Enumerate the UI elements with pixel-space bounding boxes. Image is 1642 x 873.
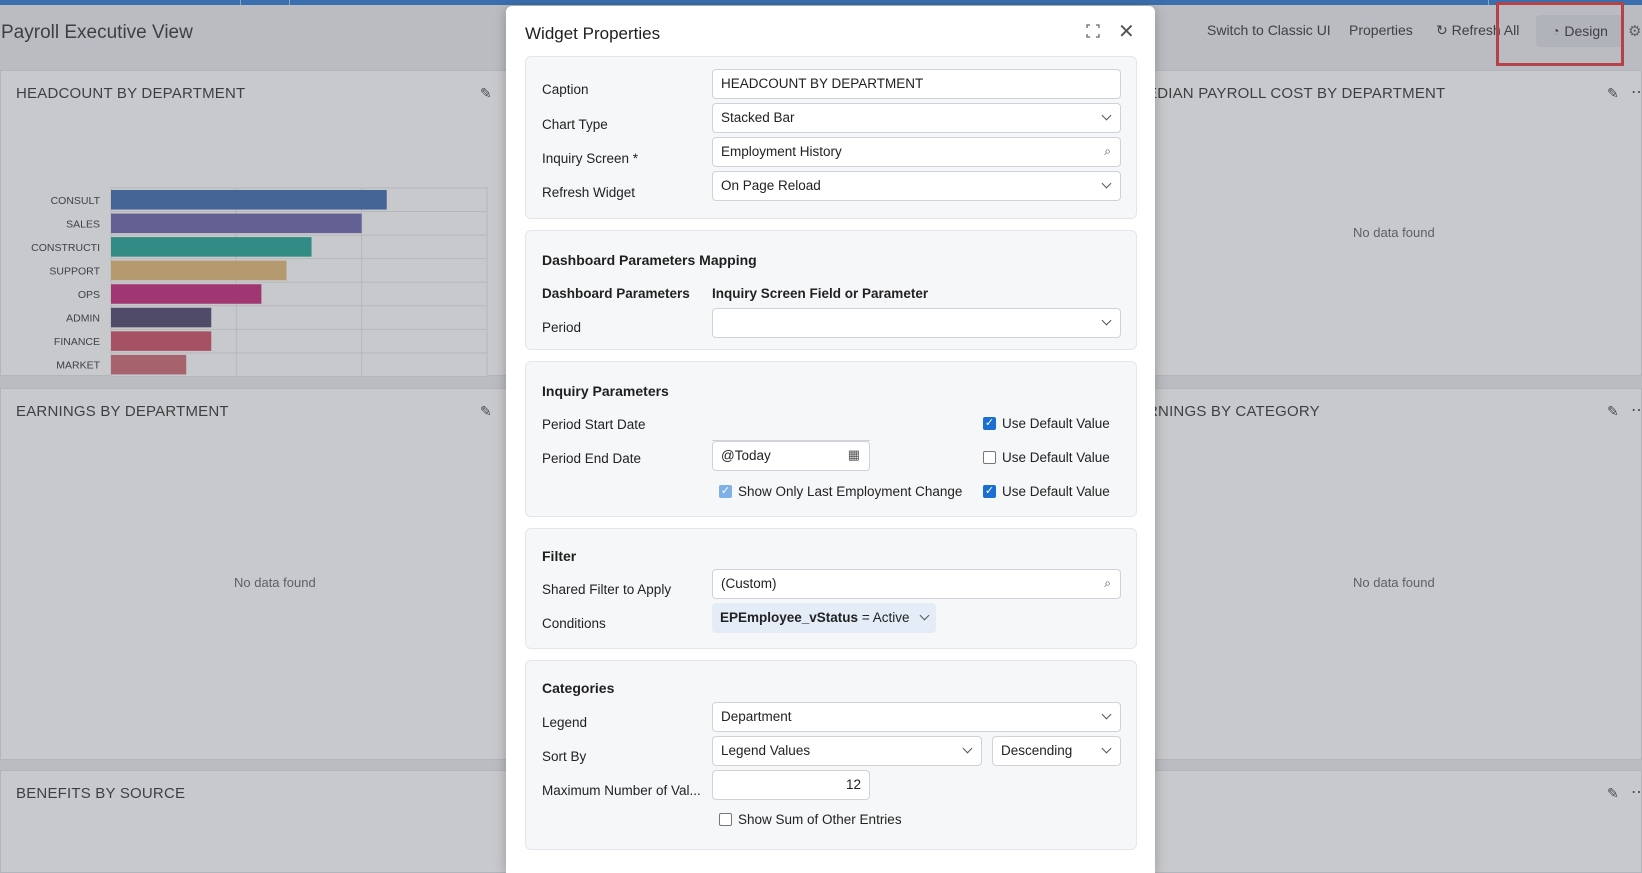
checkbox-checked-icon: ✓ <box>983 485 996 498</box>
chevron-down-icon <box>919 610 930 621</box>
widget-properties-dialog: Widget Properties ✕ Caption HEADCOUNT BY… <box>506 6 1155 873</box>
section-title: Dashboard Parameters Mapping <box>542 252 757 268</box>
show-only-last-checkbox[interactable]: ✓ Show Only Last Employment Change <box>719 484 962 499</box>
chart-type-value: Stacked Bar <box>721 110 795 125</box>
filter-section: Filter Shared Filter to Apply (Custom) ⌕… <box>525 528 1137 649</box>
shared-filter-value: (Custom) <box>721 576 777 591</box>
section-title: Categories <box>542 680 615 696</box>
categories-section: Categories Legend Department Sort By Leg… <box>525 660 1137 850</box>
show-sum-checkbox[interactable]: Show Sum of Other Entries <box>719 812 902 827</box>
sort-by-label: Sort By <box>542 749 587 764</box>
dashboard-parameters-header: Dashboard Parameters <box>542 286 690 301</box>
maximize-icon[interactable] <box>1086 24 1100 38</box>
period-label: Period <box>542 320 582 335</box>
condition-field: EPEmployee_vStatus <box>720 610 859 625</box>
parameters-mapping-section: Dashboard Parameters Mapping Dashboard P… <box>525 230 1137 350</box>
inquiry-field-header: Inquiry Screen Field or Parameter <box>712 286 929 301</box>
chart-type-label: Chart Type <box>542 117 608 132</box>
sort-by-value: Legend Values <box>721 743 811 758</box>
chevron-down-icon <box>1101 110 1112 121</box>
sort-direction-select[interactable]: Descending <box>992 736 1121 766</box>
start-default-checkbox[interactable]: ✓ Use Default Value <box>983 416 1110 431</box>
max-values-label: Maximum Number of Val... <box>542 783 701 798</box>
legend-select[interactable]: Department <box>712 702 1121 732</box>
legend-label: Legend <box>542 715 588 730</box>
condition-operator-value: = Active <box>858 610 910 625</box>
checkbox-label: Show Sum of Other Entries <box>738 812 902 827</box>
chevron-down-icon <box>962 743 973 754</box>
inquiry-screen-value: Employment History <box>721 144 842 159</box>
end-default-checkbox[interactable]: Use Default Value <box>983 450 1110 465</box>
checkbox-unchecked-icon <box>983 451 996 464</box>
show-default-checkbox[interactable]: ✓ Use Default Value <box>983 484 1110 499</box>
inquiry-screen-input[interactable]: Employment History ⌕ <box>712 137 1121 167</box>
caption-label: Caption <box>542 82 589 97</box>
period-select[interactable] <box>712 308 1121 338</box>
caption-input[interactable]: HEADCOUNT BY DEPARTMENT <box>712 69 1121 99</box>
period-end-input[interactable]: @Today ▦ <box>712 441 870 471</box>
period-start-label: Period Start Date <box>542 417 646 432</box>
checkbox-checked-icon: ✓ <box>719 485 732 498</box>
chevron-down-icon <box>1101 709 1112 720</box>
inquiry-parameters-section: Inquiry Parameters Period Start Date ✓ U… <box>525 361 1137 517</box>
max-values-input[interactable]: 12 <box>712 770 870 800</box>
inquiry-screen-label: Inquiry Screen * <box>542 151 639 166</box>
section-title: Inquiry Parameters <box>542 383 669 399</box>
chevron-down-icon <box>1101 178 1112 189</box>
period-end-value: @Today <box>721 448 771 463</box>
period-end-label: Period End Date <box>542 451 642 466</box>
general-section: Caption HEADCOUNT BY DEPARTMENT Chart Ty… <box>525 56 1137 219</box>
section-title: Filter <box>542 548 577 564</box>
calendar-icon[interactable]: ▦ <box>848 447 860 463</box>
legend-value: Department <box>721 709 792 724</box>
checkbox-checked-icon: ✓ <box>983 417 996 430</box>
refresh-widget-select[interactable]: On Page Reload <box>712 171 1121 201</box>
checkbox-label: Show Only Last Employment Change <box>738 484 963 499</box>
refresh-widget-label: Refresh Widget <box>542 185 636 200</box>
close-icon[interactable]: ✕ <box>1118 19 1135 44</box>
chevron-down-icon <box>1101 743 1112 754</box>
shared-filter-label: Shared Filter to Apply <box>542 582 672 597</box>
search-icon[interactable]: ⌕ <box>1104 144 1111 159</box>
sort-direction-value: Descending <box>1001 743 1073 758</box>
chevron-down-icon <box>1101 315 1112 326</box>
condition-chip[interactable]: EPEmployee_vStatus = Active <box>712 603 937 633</box>
checkbox-label: Use Default Value <box>1002 450 1110 465</box>
checkbox-label: Use Default Value <box>1002 416 1110 431</box>
conditions-label: Conditions <box>542 616 606 631</box>
dialog-title: Widget Properties <box>525 24 661 43</box>
sort-by-select[interactable]: Legend Values <box>712 736 982 766</box>
checkbox-unchecked-icon <box>719 813 732 826</box>
refresh-widget-value: On Page Reload <box>721 178 821 193</box>
checkbox-label: Use Default Value <box>1002 484 1110 499</box>
search-icon[interactable]: ⌕ <box>1104 576 1111 591</box>
chart-type-select[interactable]: Stacked Bar <box>712 103 1121 133</box>
shared-filter-input[interactable]: (Custom) ⌕ <box>712 569 1121 599</box>
